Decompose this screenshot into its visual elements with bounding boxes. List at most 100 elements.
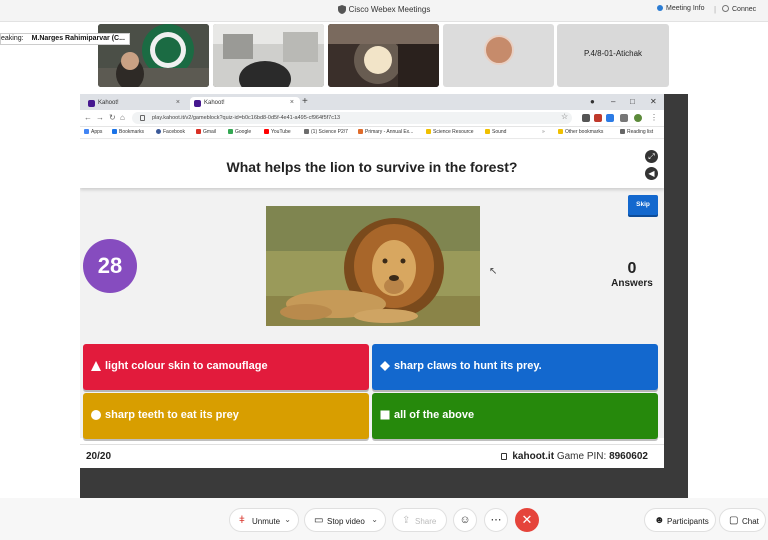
- google-icon: [228, 129, 233, 134]
- participants-label: Participants: [667, 517, 709, 526]
- stop-video-button[interactable]: ▭ Stop video ⌄: [304, 508, 386, 532]
- answer-option-blue[interactable]: sharp claws to hunt its prey.: [372, 344, 658, 390]
- participant-name: P.4/8-01-Atichak: [583, 49, 643, 58]
- facebook-icon: [156, 129, 161, 134]
- question-progress: 20/20: [86, 451, 112, 462]
- extension-icon[interactable]: [594, 114, 602, 122]
- video-tile[interactable]: [328, 24, 439, 87]
- browser-tab[interactable]: Kahoot! ×: [84, 97, 186, 110]
- answer-option-yellow[interactable]: sharp teeth to eat its prey: [83, 393, 369, 439]
- minimize-icon[interactable]: –: [611, 97, 615, 106]
- video-camera-icon: ▭: [314, 515, 324, 526]
- bookmark-item[interactable]: Apps: [84, 129, 102, 135]
- browser-tab-bar: Kahoot! × Kahoot! × + ● – □ ✕: [80, 94, 664, 110]
- chat-label: Chat: [742, 517, 759, 526]
- answer-label: sharp claws to hunt its prey.: [394, 360, 542, 372]
- video-tile[interactable]: [443, 24, 554, 87]
- speaking-prefix: eaking:: [1, 35, 24, 42]
- window-title-text: Cisco Webex Meetings: [348, 5, 431, 14]
- chat-button[interactable]: ▢ Chat: [719, 508, 766, 532]
- address-bar-row: ← → ↻ ⌂ play.kahoot.it/v2/gameblock?quiz…: [80, 110, 664, 127]
- participants-button[interactable]: ☻ Participants: [644, 508, 716, 532]
- webex-title-bar: Cisco Webex Meetings Meeting Info | Conn…: [0, 0, 768, 22]
- url-field[interactable]: play.kahoot.it/v2/gameblock?quiz-id=b0c1…: [132, 112, 572, 124]
- menu-icon[interactable]: ⋮: [650, 113, 658, 122]
- forward-icon[interactable]: →: [96, 113, 104, 122]
- circle-icon: [91, 410, 101, 420]
- video-tile[interactable]: [213, 24, 324, 87]
- end-call-icon[interactable]: ✕: [515, 508, 539, 532]
- divider: |: [714, 5, 717, 14]
- bookmarks-overflow-icon[interactable]: »: [542, 129, 545, 135]
- close-tab-icon[interactable]: ×: [290, 99, 294, 106]
- apps-icon: [84, 129, 89, 134]
- game-pin-info: kahoot.it Game PIN: 8960602: [501, 451, 648, 462]
- profile-icon[interactable]: [634, 114, 642, 122]
- speaker-name: M.Narges Rahimiparvar (C...: [31, 35, 125, 42]
- connection-icon: [722, 5, 729, 12]
- answer-label: light colour skin to camouflage: [105, 360, 268, 372]
- answer-option-green[interactable]: all of the above: [372, 393, 658, 439]
- volume-icon[interactable]: ◀: [645, 167, 658, 180]
- chevron-down-icon[interactable]: ⌄: [284, 515, 291, 524]
- meeting-info-button[interactable]: Meeting Info: [657, 5, 705, 12]
- bookmark-item[interactable]: Primary - Annual Ex...: [358, 129, 413, 135]
- puzzle-icon[interactable]: [620, 114, 628, 122]
- video-feed: [213, 24, 324, 87]
- bookmarks-bar: Apps Bookmarks Facebook Gmail Google You…: [80, 127, 664, 139]
- kahoot-footer: 20/20 kahoot.it Game PIN: 8960602: [80, 444, 664, 468]
- new-tab-icon[interactable]: +: [302, 96, 308, 107]
- reactions-icon[interactable]: ☺: [453, 508, 477, 532]
- chevron-down-icon[interactable]: ⌄: [371, 515, 378, 524]
- bookmark-item[interactable]: Facebook: [156, 129, 185, 135]
- gmail-icon: [196, 129, 201, 134]
- unmute-button[interactable]: ǂ Unmute ⌄: [229, 508, 299, 532]
- bookmark-item[interactable]: Reading list: [620, 129, 653, 135]
- bookmark-item[interactable]: Bookmarks: [112, 129, 144, 135]
- shield-icon: [337, 5, 346, 14]
- extension-icon[interactable]: [606, 114, 614, 122]
- connection-label: Connec: [732, 6, 757, 13]
- answer-option-red[interactable]: light colour skin to camouflage: [83, 344, 369, 390]
- bookmark-item[interactable]: (1) Science P2/7: [304, 129, 348, 135]
- share-label: Share: [415, 517, 437, 526]
- extension-icon[interactable]: [582, 114, 590, 122]
- triangle-icon: [91, 361, 101, 371]
- bookmark-label: Primary - Annual Ex...: [365, 129, 414, 135]
- close-tab-icon[interactable]: ×: [176, 99, 180, 106]
- home-icon[interactable]: ⌂: [120, 113, 125, 122]
- countdown-timer: 28: [83, 239, 137, 293]
- tab-label: Kahoot!: [204, 100, 225, 106]
- close-window-icon[interactable]: ✕: [650, 97, 657, 106]
- game-pin-value: 8960602: [609, 451, 648, 462]
- bookmark-label: Reading list: [627, 129, 654, 135]
- bookmark-item[interactable]: YouTube: [264, 129, 291, 135]
- bookmark-label: Gmail: [203, 129, 217, 135]
- back-icon[interactable]: ←: [84, 113, 92, 122]
- more-options-icon[interactable]: ⋯: [484, 508, 508, 532]
- kahoot-favicon-icon: [194, 100, 201, 107]
- meeting-info-label: Meeting Info: [666, 5, 705, 12]
- browser-tab-active[interactable]: Kahoot! ×: [190, 97, 300, 110]
- page-icon: [304, 129, 309, 134]
- maximize-icon[interactable]: □: [630, 97, 635, 106]
- kahoot-favicon-icon: [88, 100, 95, 107]
- connection-status[interactable]: Connec: [722, 5, 756, 13]
- share-button[interactable]: ⇪ Share: [392, 508, 447, 532]
- bookmark-item[interactable]: Science Resource: [426, 129, 474, 135]
- video-tile[interactable]: P.4/8-01-Atichak: [557, 24, 669, 87]
- bookmark-label: YouTube: [271, 129, 291, 135]
- bookmark-item[interactable]: Other bookmarks: [558, 129, 603, 135]
- reload-icon[interactable]: ↻: [109, 113, 116, 122]
- chat-icon: ▢: [729, 515, 739, 526]
- star-icon[interactable]: ☆: [561, 112, 568, 121]
- lion-picture: [266, 206, 480, 326]
- bookmark-item[interactable]: Sound: [485, 129, 506, 135]
- skip-button[interactable]: Skip: [628, 195, 658, 215]
- site-name: kahoot.it: [512, 451, 555, 462]
- fullscreen-icon[interactable]: ⤢: [645, 150, 658, 163]
- window-title: Cisco Webex Meetings: [0, 5, 768, 14]
- youtube-icon: [264, 129, 269, 134]
- bookmark-item[interactable]: Gmail: [196, 129, 216, 135]
- bookmark-item[interactable]: Google: [228, 129, 251, 135]
